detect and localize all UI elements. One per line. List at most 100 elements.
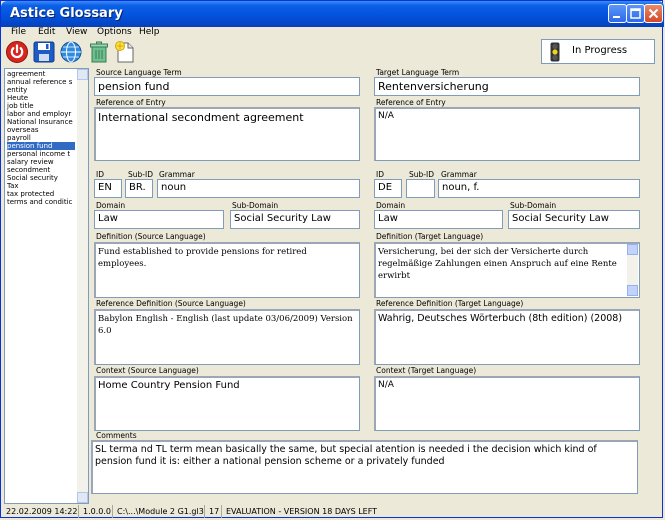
target-definition-field[interactable]: Versicherung, bei der sich der Versicher… — [374, 242, 640, 298]
source-subdomain-field[interactable]: Social Security Law — [230, 210, 360, 229]
progress-status-indicator[interactable]: In Progress — [541, 39, 655, 64]
source-refdef-field[interactable]: Babylon English - English (last update 0… — [94, 309, 360, 365]
source-subdomain-label: Sub-Domain — [232, 201, 279, 210]
status-file-path: C:\...\Module 2 G1.gl3 — [114, 505, 205, 518]
source-subid-field[interactable]: BR. — [125, 179, 153, 198]
target-term-field[interactable]: Rentenversicherung — [374, 77, 640, 96]
list-item[interactable]: salary review — [7, 158, 54, 166]
status-term-count: 17 — [206, 505, 222, 518]
source-grammar-label: Grammar — [159, 170, 195, 179]
target-definition-scrollbar[interactable] — [627, 244, 638, 296]
menu-bar: File Edit View Options Help — [1, 27, 664, 39]
target-refdef-field[interactable]: Wahrig, Deutsches Wörterbuch (8th editio… — [374, 309, 640, 365]
list-item[interactable]: terms and conditic — [7, 198, 72, 206]
list-item[interactable]: overseas — [7, 126, 39, 134]
source-id-label: ID — [96, 170, 104, 179]
delete-button[interactable] — [87, 40, 111, 64]
list-item[interactable]: job title — [7, 102, 34, 110]
save-button[interactable] — [32, 40, 56, 64]
progress-status-text: In Progress — [572, 45, 628, 56]
list-item[interactable]: secondment — [7, 166, 50, 174]
target-term-label: Target Language Term — [376, 68, 460, 77]
source-domain-label: Domain — [96, 201, 126, 210]
maximize-button[interactable] — [626, 4, 645, 23]
list-item-selected[interactable]: pension fund — [7, 142, 75, 150]
source-ref-entry-field[interactable]: International secondment agreement — [94, 107, 360, 161]
target-ref-entry-label: Reference of Entry — [376, 98, 446, 107]
source-refdef-label: Reference Definition (Source Language) — [96, 299, 246, 308]
menu-help[interactable]: Help — [139, 27, 160, 37]
close-button[interactable] — [644, 4, 663, 23]
target-subdomain-field[interactable]: Social Security Law — [508, 210, 640, 229]
list-item[interactable]: National Insurance — [7, 118, 73, 126]
menu-view[interactable]: View — [66, 27, 87, 37]
target-context-field[interactable]: N/A — [374, 376, 640, 431]
app-window: Astice Glossary File Edit View Options H… — [0, 0, 664, 519]
power-button[interactable] — [5, 40, 29, 64]
status-version: 1.0.0.0 — [80, 505, 113, 518]
source-definition-field[interactable]: Fund established to provide pensions for… — [94, 242, 360, 298]
source-term-label: Source Language Term — [96, 68, 182, 77]
menu-edit[interactable]: Edit — [38, 27, 55, 37]
target-grammar-label: Grammar — [441, 170, 477, 179]
target-grammar-field[interactable]: noun, f. — [438, 179, 640, 198]
trash-icon — [90, 41, 108, 63]
scroll-up-button[interactable] — [77, 69, 88, 80]
target-definition-label: Definition (Target Language) — [376, 232, 484, 241]
target-subdomain-label: Sub-Domain — [510, 201, 557, 210]
status-datetime: 22.02.2009 14:22 — [3, 505, 79, 518]
close-icon — [648, 8, 659, 19]
power-icon — [6, 41, 28, 63]
list-item[interactable]: Social security — [7, 174, 58, 182]
list-item[interactable]: annual reference s — [7, 78, 72, 86]
traffic-light-icon — [550, 42, 560, 62]
source-definition-label: Definition (Source Language) — [96, 232, 206, 241]
list-item[interactable]: agreement — [7, 70, 45, 78]
target-subid-label: Sub-ID — [409, 170, 434, 179]
source-context-label: Context (Source Language) — [96, 366, 199, 375]
list-item[interactable]: Tax — [7, 182, 19, 190]
source-term-field[interactable]: pension fund — [94, 77, 360, 96]
target-refdef-label: Reference Definition (Target Language) — [376, 299, 524, 308]
target-id-label: ID — [376, 170, 384, 179]
globe-icon — [60, 41, 82, 63]
source-context-field[interactable]: Home Country Pension Fund — [94, 376, 360, 431]
status-bar: 22.02.2009 14:22 1.0.0.0 C:\...\Module 2… — [1, 504, 664, 519]
new-entry-button[interactable] — [113, 40, 137, 64]
minimize-icon — [613, 16, 620, 18]
web-button[interactable] — [59, 40, 83, 64]
list-item[interactable]: labor and employr — [7, 110, 71, 118]
status-license: EVALUATION - VERSION 18 DAYS LEFT — [226, 507, 378, 516]
list-item[interactable]: entity — [7, 86, 27, 94]
minimize-button[interactable] — [608, 4, 627, 23]
target-id-field[interactable]: DE — [374, 179, 402, 198]
list-item[interactable]: Heute — [7, 94, 28, 102]
floppy-disk-icon — [33, 41, 55, 63]
source-id-field[interactable]: EN — [94, 179, 122, 198]
list-item[interactable]: tax protected — [7, 190, 54, 198]
source-domain-field[interactable]: Law — [94, 210, 224, 229]
term-list[interactable]: agreement annual reference s entity Heut… — [4, 68, 89, 504]
window-title: Astice Glossary — [10, 6, 123, 21]
list-item[interactable]: personal income t — [7, 150, 70, 158]
menu-file[interactable]: File — [11, 27, 26, 37]
scroll-down-button[interactable] — [627, 285, 638, 296]
term-list-scrollbar[interactable] — [77, 69, 88, 503]
source-ref-entry-label: Reference of Entry — [96, 98, 166, 107]
title-bar[interactable]: Astice Glossary — [1, 1, 664, 27]
target-context-label: Context (Target Language) — [376, 366, 477, 375]
source-subid-label: Sub-ID — [128, 170, 153, 179]
scroll-up-button[interactable] — [627, 244, 638, 255]
scroll-down-button[interactable] — [77, 492, 88, 503]
target-domain-field[interactable]: Law — [374, 210, 503, 229]
menu-options[interactable]: Options — [97, 27, 132, 37]
maximize-icon — [630, 8, 641, 19]
comments-label: Comments — [96, 431, 137, 440]
comments-field[interactable]: SL terma nd TL term mean basically the s… — [91, 440, 638, 494]
list-item[interactable]: payroll — [7, 134, 31, 142]
new-document-icon — [115, 41, 134, 63]
source-grammar-field[interactable]: noun — [157, 179, 360, 198]
target-subid-field[interactable] — [406, 179, 435, 198]
target-domain-label: Domain — [376, 201, 406, 210]
target-ref-entry-field[interactable]: N/A — [374, 107, 640, 161]
